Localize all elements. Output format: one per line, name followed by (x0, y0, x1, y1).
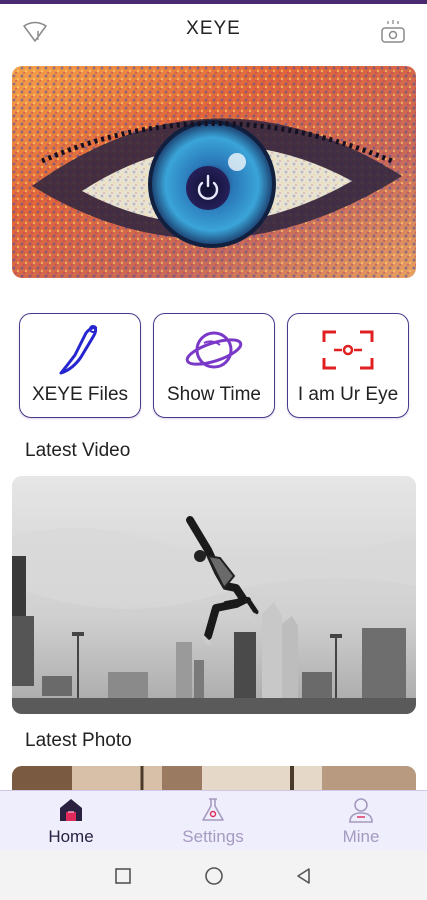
tab-home[interactable]: Home (0, 791, 142, 851)
tab-mine-label: Mine (342, 827, 380, 846)
planet-icon (154, 322, 274, 378)
camera-device-icon[interactable] (379, 18, 407, 46)
show-time-label: Show Time (167, 384, 261, 405)
hero-banner[interactable] (12, 66, 416, 278)
show-time-button[interactable]: Show Time (153, 313, 275, 418)
feather-pen-icon (20, 322, 140, 378)
home-icon (0, 796, 142, 824)
latest-video-heading: Latest Video (25, 440, 131, 461)
home-circle-icon[interactable] (202, 864, 226, 888)
feature-shortcuts: XEYE Files Show Time I am Ur Eye (19, 313, 409, 418)
bottom-tab-bar: Home Settings Mine (0, 790, 427, 850)
xeye-files-label: XEYE Files (31, 384, 129, 405)
recent-apps-icon[interactable] (111, 864, 135, 888)
latest-video-thumbnail[interactable] (12, 476, 416, 714)
i-am-ur-eye-button[interactable]: I am Ur Eye (287, 313, 409, 418)
tab-settings-label: Settings (182, 827, 244, 846)
page-title: XEYE (186, 18, 241, 39)
settings-flask-icon (142, 796, 284, 824)
back-triangle-icon[interactable] (292, 864, 316, 888)
latest-photo-heading: Latest Photo (25, 730, 132, 751)
focus-frame-icon (288, 322, 408, 378)
app-header: XEYE (0, 4, 427, 58)
i-am-ur-eye-label: I am Ur Eye (297, 384, 399, 405)
user-icon (290, 796, 427, 824)
xeye-files-button[interactable]: XEYE Files (19, 313, 141, 418)
system-navigation-bar (0, 850, 427, 900)
tab-mine[interactable]: Mine (290, 791, 427, 851)
tab-settings[interactable]: Settings (142, 791, 284, 851)
tab-home-label: Home (48, 827, 94, 846)
